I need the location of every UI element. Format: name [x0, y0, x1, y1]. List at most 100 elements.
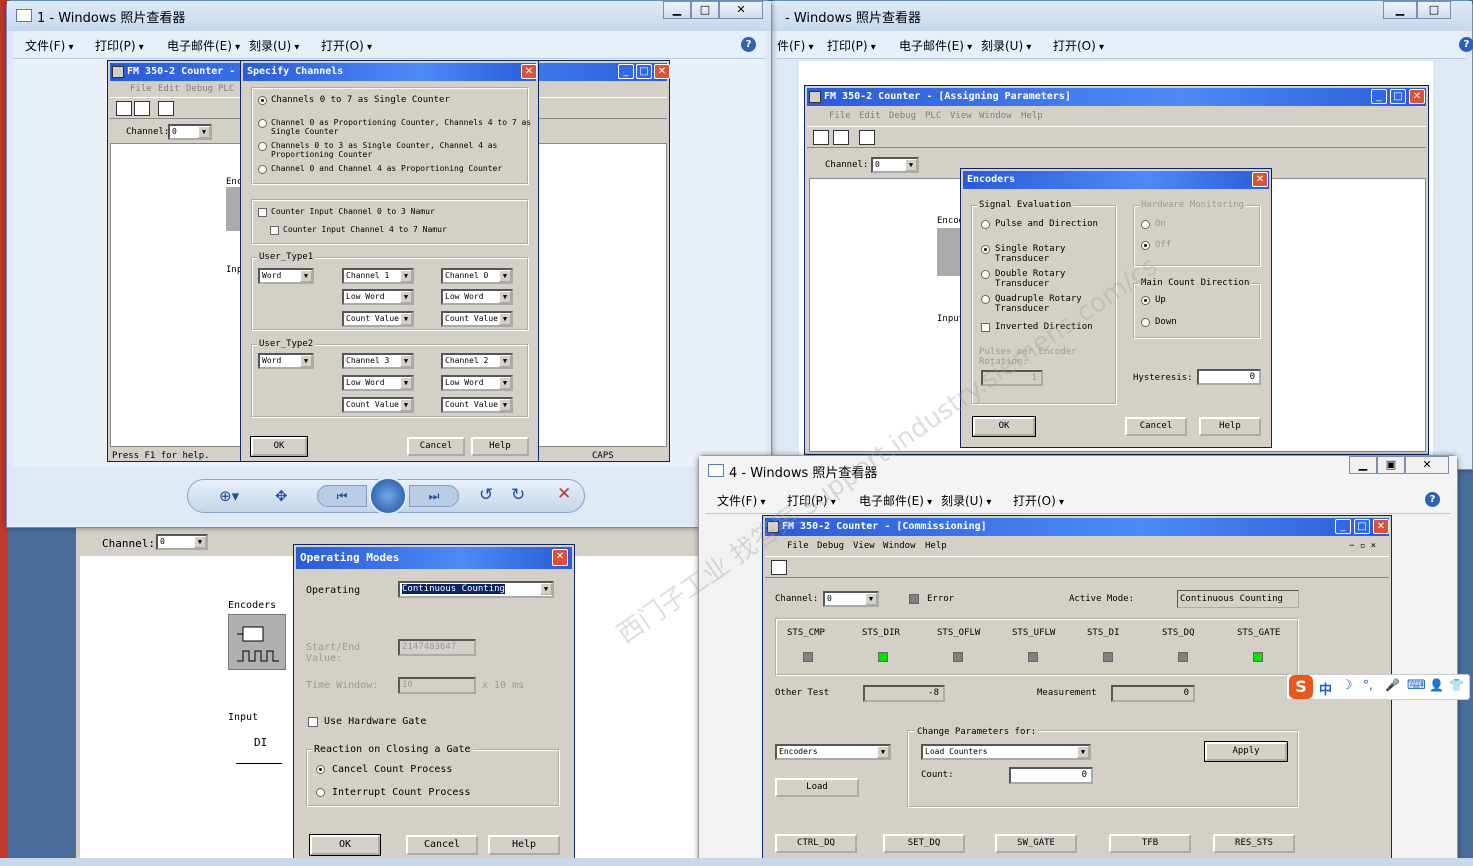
ut1-c1-select-2[interactable]: Count Value ▼ — [342, 311, 414, 327]
help-button[interactable]: Help — [1199, 417, 1261, 436]
ut2-c2-select-2[interactable]: Count Value ▼ — [441, 397, 513, 413]
down-radio[interactable] — [1141, 318, 1150, 327]
delete-icon[interactable]: ✕ — [557, 484, 571, 504]
minimize-button[interactable]: ▁ — [663, 1, 691, 19]
command-button-ctrl-dq[interactable]: CTRL_DQ — [775, 834, 857, 853]
close-button[interactable]: ✕ — [552, 549, 568, 566]
cancel-button[interactable]: Cancel — [1125, 417, 1187, 436]
param-type-select[interactable]: Load Counters ▼ — [921, 744, 1091, 760]
option-proportioning-2-radio[interactable] — [258, 142, 267, 151]
hysteresis-field[interactable]: 0 — [1197, 369, 1261, 385]
maximize-button[interactable]: □ — [1390, 89, 1406, 104]
save-icon[interactable] — [813, 130, 829, 145]
menu-open[interactable]: 打开(O) — [321, 37, 372, 54]
maximize-button[interactable]: □ — [691, 1, 719, 19]
ut2-c2-select-0[interactable]: Channel 2 ▼ — [441, 353, 513, 369]
help-icon[interactable]: ? — [1459, 37, 1473, 52]
previous-button[interactable]: ⏮ — [317, 485, 367, 507]
help-button[interactable]: Help — [488, 835, 560, 855]
command-button-set-dq[interactable]: SET_DQ — [883, 834, 965, 853]
channel-select[interactable]: 0 ▼ — [156, 534, 208, 550]
print-icon[interactable] — [134, 101, 150, 116]
menu-email[interactable]: 电子邮件(E) — [859, 492, 932, 509]
quadruple-rotary-radio[interactable] — [981, 295, 990, 304]
menu-file[interactable]: 件(F) — [777, 37, 813, 54]
menu-email[interactable]: 电子邮件(E) — [899, 37, 972, 54]
module-icon[interactable] — [158, 101, 174, 116]
menu-print[interactable]: 打印(P) — [787, 492, 836, 509]
menu-edit[interactable]: Edit — [859, 111, 881, 121]
ok-button[interactable]: OK — [309, 834, 381, 856]
help-icon[interactable]: ? — [741, 37, 756, 52]
load-button[interactable]: Load — [775, 778, 859, 797]
namur-4-7-checkbox[interactable] — [270, 226, 279, 235]
save-icon[interactable] — [771, 560, 787, 575]
minimize-button[interactable]: ▁ — [1349, 456, 1377, 474]
print-icon[interactable] — [833, 130, 849, 145]
cancel-button[interactable]: Cancel — [406, 835, 478, 855]
menu-view[interactable]: View — [853, 541, 875, 551]
menu-open[interactable]: 打开(O) — [1053, 37, 1104, 54]
menu-edit[interactable]: Edit — [158, 84, 180, 94]
menu-burn[interactable]: 刻录(U) — [981, 37, 1031, 54]
ut1-c2-select-1[interactable]: Low Word ▼ — [441, 289, 513, 305]
menu-window[interactable]: Window — [979, 111, 1012, 121]
menu-open[interactable]: 打开(O) — [1013, 492, 1064, 509]
close-button[interactable]: ✕ — [1405, 456, 1449, 474]
single-rotary-radio[interactable] — [981, 245, 990, 254]
rotate-right-icon[interactable]: ↻ — [511, 485, 525, 505]
maximize-button[interactable]: □ — [1354, 519, 1370, 534]
cancel-count-radio[interactable] — [316, 765, 325, 774]
maximize-button[interactable]: □ — [636, 64, 652, 79]
ime-voice-icon[interactable]: 🎤 — [1385, 678, 1400, 692]
apply-button[interactable]: Apply — [1204, 741, 1288, 762]
menu-window[interactable]: Window — [883, 541, 916, 551]
sogou-logo-icon[interactable]: S — [1289, 675, 1313, 699]
ok-button[interactable]: OK — [250, 436, 308, 457]
close-button[interactable]: ✕ — [654, 64, 670, 79]
count-field[interactable]: 0 — [1009, 767, 1093, 784]
command-button-sw-gate[interactable]: SW_GATE — [995, 834, 1077, 853]
hardware-gate-checkbox[interactable] — [308, 717, 318, 727]
maximize-button[interactable]: ▣ — [1377, 456, 1405, 474]
operating-select[interactable]: Continuous Counting ▼ — [398, 581, 554, 598]
ut1-c1-select-0[interactable]: Channel 1 ▼ — [342, 268, 414, 284]
ut2-c1-select-1[interactable]: Low Word ▼ — [342, 375, 414, 391]
minimize-button[interactable]: ▁ — [1383, 1, 1417, 19]
minimize-button[interactable]: _ — [1371, 89, 1387, 104]
menu-debug[interactable]: Debug — [186, 84, 213, 94]
mdi-controls[interactable]: − ▫ × — [1349, 541, 1376, 551]
menu-print[interactable]: 打印(P) — [95, 37, 144, 54]
slideshow-button[interactable] — [369, 477, 407, 515]
cancel-button[interactable]: Cancel — [407, 437, 465, 456]
actual-size-icon[interactable]: ✥ — [275, 487, 288, 505]
namur-0-3-checkbox[interactable] — [258, 208, 267, 217]
param-target-select[interactable]: Encoders ▼ — [775, 744, 891, 760]
menu-burn[interactable]: 刻录(U) — [249, 37, 299, 54]
minimize-button[interactable]: _ — [1335, 519, 1351, 534]
ut2-word-select[interactable]: Word ▼ — [258, 353, 314, 369]
minimize-button[interactable]: _ — [618, 64, 634, 79]
help-icon[interactable]: ? — [1425, 492, 1440, 507]
option-single-counter-radio[interactable] — [258, 96, 267, 105]
inverted-direction-checkbox[interactable] — [981, 323, 990, 332]
option-proportioning-1-radio[interactable] — [258, 119, 267, 128]
save-icon[interactable] — [116, 101, 132, 116]
ime-halfwidth-icon[interactable]: ☽ — [1341, 678, 1353, 693]
menu-email[interactable]: 电子邮件(E) — [167, 37, 240, 54]
close-button[interactable]: ✕ — [1373, 519, 1389, 534]
close-button[interactable]: ✕ — [1409, 89, 1425, 104]
channel-select[interactable]: 0 ▼ — [823, 591, 879, 607]
menu-print[interactable]: 打印(P) — [827, 37, 876, 54]
menu-plc[interactable]: PLC — [925, 111, 941, 121]
ime-punctuation-icon[interactable]: °, — [1363, 678, 1373, 692]
ime-user-icon[interactable]: 👤 — [1429, 678, 1444, 692]
module-icon[interactable] — [859, 130, 875, 145]
double-rotary-radio[interactable] — [981, 270, 990, 279]
ut1-word-select[interactable]: Word ▼ — [258, 268, 314, 284]
ut1-c1-select-1[interactable]: Low Word ▼ — [342, 289, 414, 305]
help-button[interactable]: Help — [471, 437, 529, 456]
ime-keyboard-icon[interactable]: ⌨ — [1407, 678, 1426, 693]
up-radio[interactable] — [1141, 296, 1150, 305]
ut1-c2-select-0[interactable]: Channel 0 ▼ — [441, 268, 513, 284]
